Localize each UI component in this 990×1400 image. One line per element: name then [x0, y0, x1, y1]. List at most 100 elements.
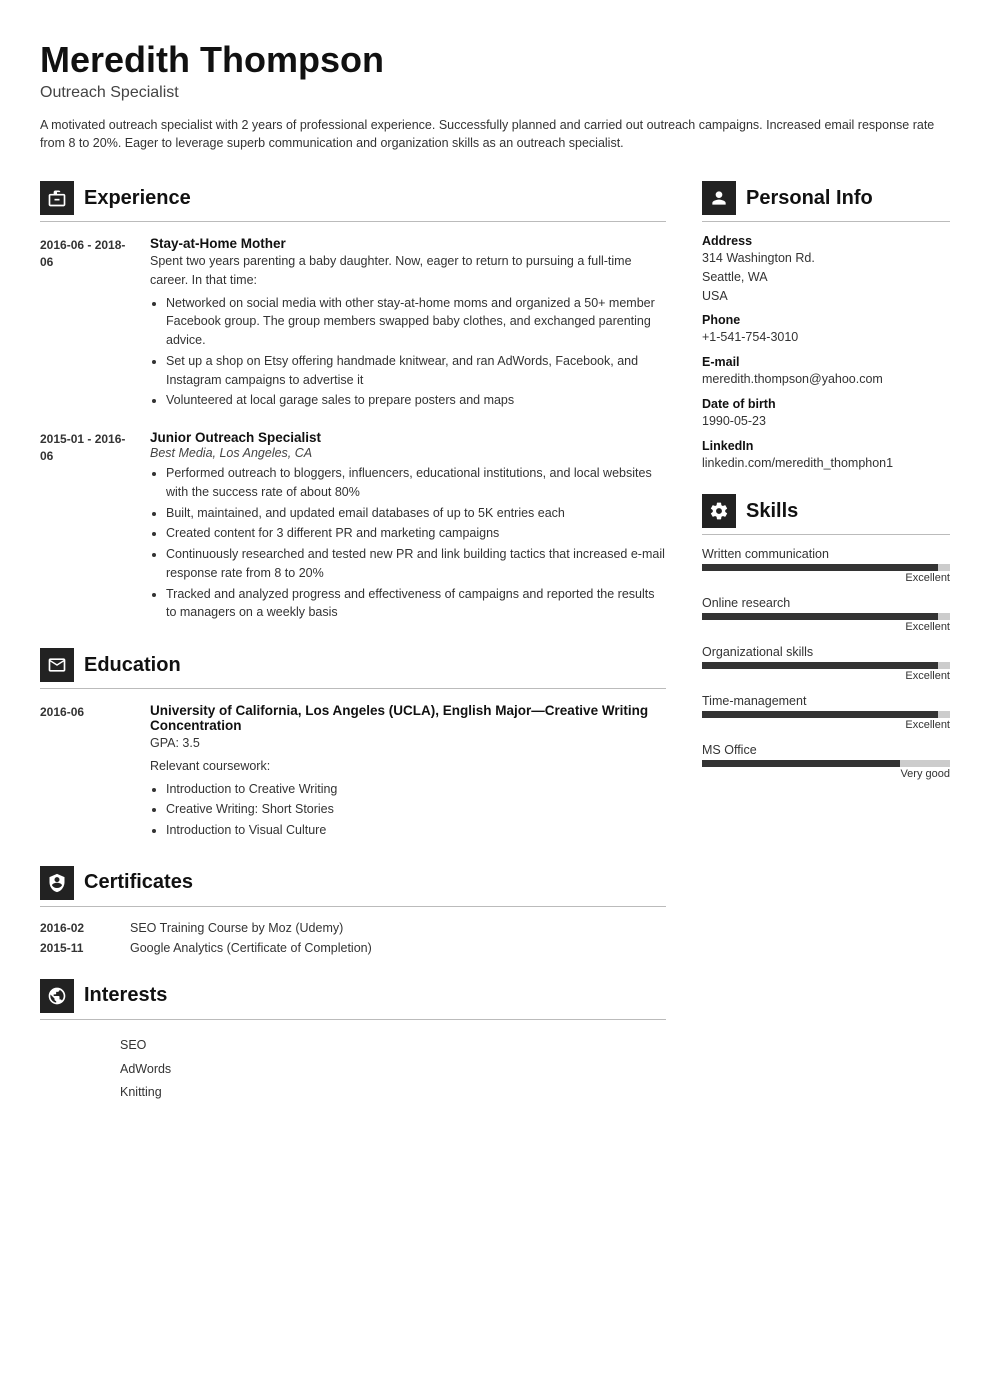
skill-4-bar: [702, 711, 950, 718]
edu1-content: University of California, Los Angeles (U…: [150, 703, 666, 842]
exp2-bullet-5: Tracked and analyzed progress and effect…: [166, 585, 666, 623]
exp2-title: Junior Outreach Specialist: [150, 430, 666, 445]
experience-entry-2: 2015-01 - 2016-06 Junior Outreach Specia…: [40, 430, 666, 624]
address-value: 314 Washington Rd.Seattle, WAUSA: [702, 249, 950, 305]
certificates-title: Certificates: [84, 871, 193, 894]
education-divider: [40, 688, 666, 689]
skill-3-fill: [702, 662, 938, 669]
personal-info-section: Personal Info Address 314 Washington Rd.…: [702, 181, 950, 472]
interests-header: Interests: [40, 979, 666, 1013]
skill-1-name: Written communication: [702, 547, 950, 561]
left-column: Experience 2016-06 - 2018-06 Stay-at-Hom…: [40, 181, 666, 1129]
experience-entry-1: 2016-06 - 2018-06 Stay-at-Home Mother Sp…: [40, 236, 666, 412]
exp1-bullet-3: Volunteered at local garage sales to pre…: [166, 391, 666, 410]
education-icon: [40, 648, 74, 682]
cert-entry-2: 2015-11 Google Analytics (Certificate of…: [40, 941, 666, 955]
skill-4: Time-management Excellent: [702, 694, 950, 731]
experience-divider: [40, 221, 666, 222]
exp1-bullet-1: Networked on social media with other sta…: [166, 294, 666, 350]
linkedin-label: LinkedIn: [702, 439, 950, 453]
exp2-bullet-4: Continuously researched and tested new P…: [166, 545, 666, 583]
certificates-icon: [40, 866, 74, 900]
exp1-bullet-2: Set up a shop on Etsy offering handmade …: [166, 352, 666, 390]
exp2-content: Junior Outreach Specialist Best Media, L…: [150, 430, 666, 624]
exp2-bullet-2: Built, maintained, and updated email dat…: [166, 504, 666, 523]
edu1-coursework-label: Relevant coursework:: [150, 757, 666, 776]
skills-section: Skills Written communication Excellent O…: [702, 494, 950, 780]
candidate-summary: A motivated outreach specialist with 2 y…: [40, 116, 940, 154]
skill-4-level: Excellent: [702, 719, 950, 731]
exp1-date: 2016-06 - 2018-06: [40, 236, 130, 412]
education-section: Education 2016-06 University of Californ…: [40, 648, 666, 842]
skill-5-bar: [702, 760, 950, 767]
email-label: E-mail: [702, 355, 950, 369]
certificates-section: Certificates 2016-02 SEO Training Course…: [40, 866, 666, 955]
phone-value: +1-541-754-3010: [702, 328, 950, 347]
phone-label: Phone: [702, 313, 950, 327]
edu1-date: 2016-06: [40, 703, 130, 842]
exp2-bullet-1: Performed outreach to bloggers, influenc…: [166, 464, 666, 502]
skill-4-fill: [702, 711, 938, 718]
certificates-divider: [40, 906, 666, 907]
cert2-date: 2015-11: [40, 941, 110, 955]
dob-label: Date of birth: [702, 397, 950, 411]
exp1-desc: Spent two years parenting a baby daughte…: [150, 252, 666, 290]
edu1-bullet-2: Creative Writing: Short Stories: [166, 800, 666, 819]
edu1-bullet-3: Introduction to Visual Culture: [166, 821, 666, 840]
cert2-name: Google Analytics (Certificate of Complet…: [130, 941, 372, 955]
personal-info-divider: [702, 221, 950, 222]
skill-4-name: Time-management: [702, 694, 950, 708]
skill-3-name: Organizational skills: [702, 645, 950, 659]
candidate-title: Outreach Specialist: [40, 84, 950, 102]
skill-2-level: Excellent: [702, 621, 950, 633]
interest-1: SEO: [120, 1034, 666, 1058]
main-layout: Experience 2016-06 - 2018-06 Stay-at-Hom…: [40, 181, 950, 1129]
interests-section: Interests SEO AdWords Knitting: [40, 979, 666, 1105]
experience-section: Experience 2016-06 - 2018-06 Stay-at-Hom…: [40, 181, 666, 624]
skill-1-bar: [702, 564, 950, 571]
email-value: meredith.thompson@yahoo.com: [702, 370, 950, 389]
interests-title: Interests: [84, 984, 167, 1007]
skill-2: Online research Excellent: [702, 596, 950, 633]
exp2-bullet-3: Created content for 3 different PR and m…: [166, 524, 666, 543]
skills-icon: [702, 494, 736, 528]
education-title: Education: [84, 654, 181, 677]
skill-1-fill: [702, 564, 938, 571]
interest-3: Knitting: [120, 1081, 666, 1105]
experience-title: Experience: [84, 187, 191, 210]
skill-3: Organizational skills Excellent: [702, 645, 950, 682]
linkedin-value: linkedin.com/meredith_thomphon1: [702, 454, 950, 473]
interest-2: AdWords: [120, 1058, 666, 1082]
candidate-name: Meredith Thompson: [40, 40, 950, 80]
skills-divider: [702, 534, 950, 535]
personal-info-header: Personal Info: [702, 181, 950, 215]
skills-header: Skills: [702, 494, 950, 528]
experience-icon: [40, 181, 74, 215]
exp1-bullets: Networked on social media with other sta…: [166, 294, 666, 411]
edu1-bullet-1: Introduction to Creative Writing: [166, 780, 666, 799]
right-column: Personal Info Address 314 Washington Rd.…: [702, 181, 950, 802]
dob-value: 1990-05-23: [702, 412, 950, 431]
cert1-date: 2016-02: [40, 921, 110, 935]
exp2-bullets: Performed outreach to bloggers, influenc…: [166, 464, 666, 622]
cert-entry-1: 2016-02 SEO Training Course by Moz (Udem…: [40, 921, 666, 935]
experience-header: Experience: [40, 181, 666, 215]
skill-3-level: Excellent: [702, 670, 950, 682]
skill-5-level: Very good: [702, 768, 950, 780]
cert1-name: SEO Training Course by Moz (Udemy): [130, 921, 343, 935]
interests-icon: [40, 979, 74, 1013]
skill-1-level: Excellent: [702, 572, 950, 584]
edu1-title: University of California, Los Angeles (U…: [150, 703, 666, 733]
edu1-bullets: Introduction to Creative Writing Creativ…: [166, 780, 666, 840]
skill-2-name: Online research: [702, 596, 950, 610]
edu1-gpa: GPA: 3.5: [150, 734, 666, 753]
personal-info-title: Personal Info: [746, 187, 873, 210]
education-header: Education: [40, 648, 666, 682]
education-entry-1: 2016-06 University of California, Los An…: [40, 703, 666, 842]
skill-2-fill: [702, 613, 938, 620]
exp2-date: 2015-01 - 2016-06: [40, 430, 130, 624]
skills-title: Skills: [746, 500, 798, 523]
certificates-header: Certificates: [40, 866, 666, 900]
interests-list: SEO AdWords Knitting: [120, 1034, 666, 1105]
skill-5: MS Office Very good: [702, 743, 950, 780]
